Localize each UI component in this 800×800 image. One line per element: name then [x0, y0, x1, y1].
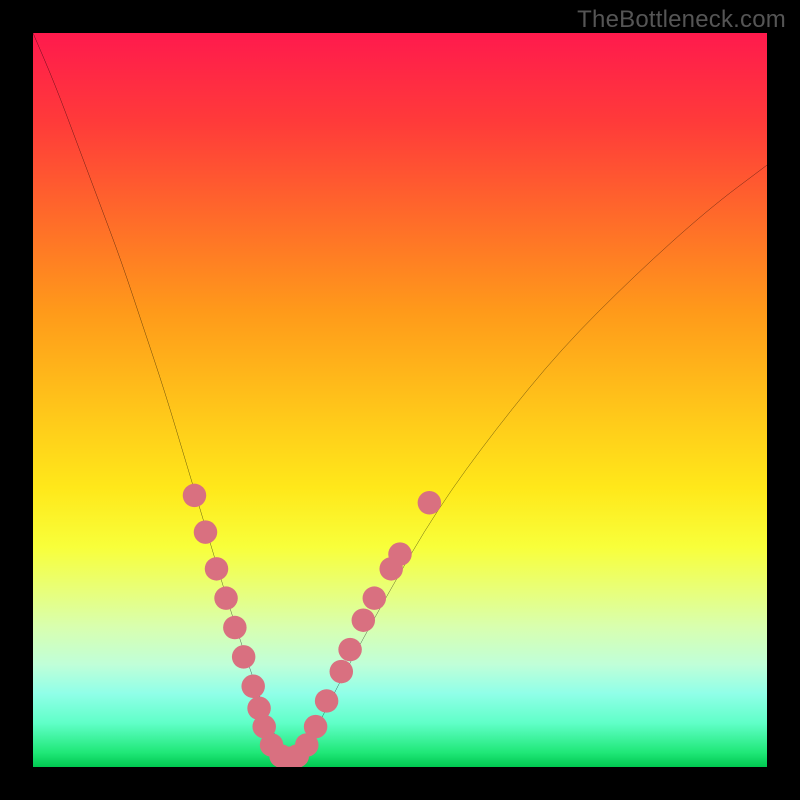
curve-marker — [330, 660, 353, 683]
curve-marker — [241, 675, 264, 698]
curve-marker — [304, 715, 327, 738]
curve-marker — [315, 689, 338, 712]
curve-marker — [418, 491, 441, 514]
curve-marker — [183, 484, 206, 507]
curve-svg — [33, 33, 767, 767]
watermark-text: TheBottleneck.com — [577, 6, 786, 34]
curve-marker — [338, 638, 361, 661]
curve-marker — [363, 586, 386, 609]
curve-marker — [352, 608, 375, 631]
curve-marker — [232, 645, 255, 668]
curve-marker — [194, 520, 217, 543]
curve-marker — [205, 557, 228, 580]
curve-marker — [223, 616, 246, 639]
curve-markers — [183, 484, 441, 767]
plot-area — [33, 33, 767, 767]
bottleneck-curve-path — [33, 33, 767, 760]
chart-frame: TheBottleneck.com — [0, 0, 800, 800]
curve-marker — [388, 542, 411, 565]
curve-marker — [214, 586, 237, 609]
